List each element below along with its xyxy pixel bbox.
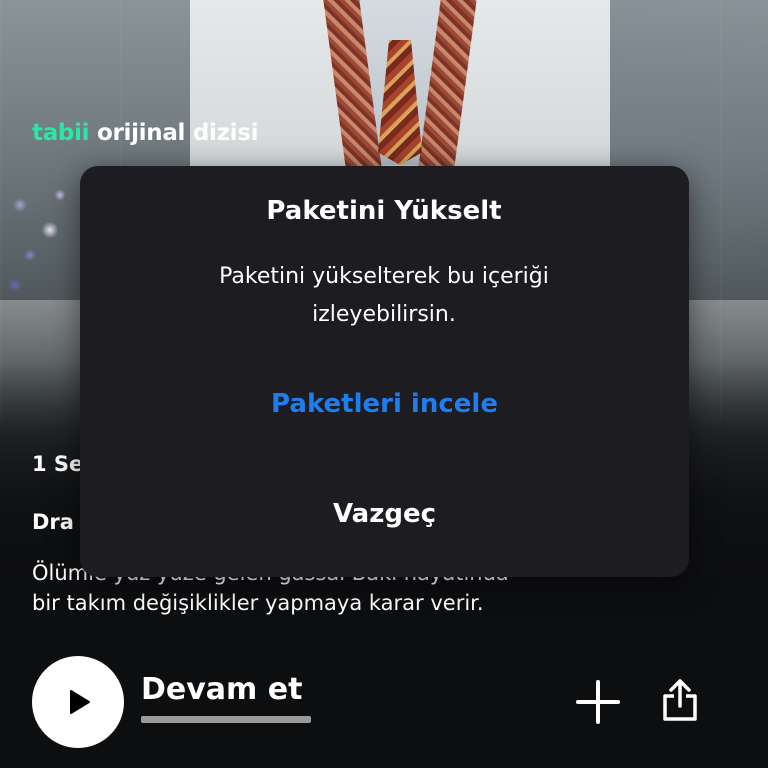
cancel-button[interactable]: Vazgeç: [80, 492, 689, 536]
dialog-message: Paketini yükselterek bu içeriği izleyebi…: [219, 264, 549, 327]
share-button[interactable]: [656, 676, 704, 724]
season-info: 1 Se: [32, 452, 84, 476]
dialog-title: Paketini Yükselt: [266, 196, 502, 226]
brand-rest: orijinal dizisi: [96, 120, 259, 146]
plus-icon: [576, 680, 620, 724]
play-button[interactable]: [32, 656, 124, 748]
synopsis-line-2: bir takım değişiklikler yapmaya karar ve…: [32, 591, 484, 615]
hero-flowers: [0, 175, 80, 305]
genre-info: Dra: [32, 510, 74, 534]
continue-watching-label[interactable]: Devam et: [141, 672, 302, 707]
add-to-list-button[interactable]: [574, 678, 622, 726]
watch-progress-fill: [141, 716, 311, 723]
play-icon: [70, 690, 90, 714]
share-icon: [663, 679, 697, 721]
brand-accent: tabii: [32, 120, 90, 146]
brand-label: tabii orijinal dizisi: [32, 120, 259, 146]
view-packages-button[interactable]: Paketleri incele: [80, 382, 689, 426]
watch-progress-bar: [141, 716, 311, 723]
